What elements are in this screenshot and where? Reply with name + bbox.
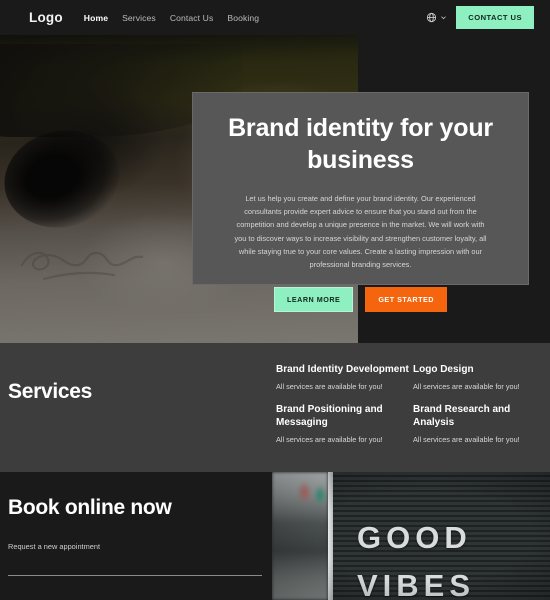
services-columns: Brand Identity Development All services … [276, 363, 550, 456]
service-description: All services are available for you! [276, 382, 383, 392]
hero-photo-watch-detail [0, 119, 130, 239]
language-selector[interactable] [426, 12, 447, 23]
hero-title: Brand identity for your business [228, 114, 493, 174]
booking-heading: Book online now [8, 496, 172, 519]
nav-link-services[interactable]: Services [122, 13, 156, 23]
globe-icon [427, 12, 437, 23]
hero-description: Let us help you create and define your b… [234, 194, 487, 269]
get-started-button[interactable]: GET STARTED [365, 287, 447, 313]
service-item[interactable]: Brand Identity Development All services … [276, 363, 413, 392]
navbar-right: CONTACT US [426, 6, 534, 29]
hero-section: Brand identity for your business Let us … [0, 35, 550, 343]
booking-content: Book online now Request a new appointmen… [0, 472, 272, 600]
booking-subtitle[interactable]: Request a new appointment [8, 542, 264, 551]
contact-us-button[interactable]: CONTACT US [456, 6, 534, 29]
services-column-2: Logo Design All services are available f… [413, 363, 550, 456]
nav-link-home[interactable]: Home [84, 13, 108, 23]
service-item[interactable]: Logo Design All services are available f… [413, 363, 550, 392]
services-layout: Services Brand Identity Development All … [0, 363, 550, 456]
service-item[interactable]: Brand Positioning and Messaging All serv… [276, 403, 413, 445]
learn-more-button[interactable]: LEARN MORE [273, 287, 354, 313]
service-name: Brand Identity Development [276, 364, 409, 375]
booking-section: Book online now Request a new appointmen… [0, 472, 550, 600]
service-name: Brand Positioning and Messaging [276, 403, 383, 428]
hero-photo-handwriting-detail [20, 251, 144, 281]
service-description: All services are available for you! [276, 435, 383, 445]
nav-link-contact-us[interactable]: Contact Us [170, 13, 214, 23]
navbar: Logo Home Services Contact Us Booking CO… [0, 0, 550, 35]
primary-navigation: Home Services Contact Us Booking [84, 13, 259, 23]
booking-divider [8, 575, 262, 576]
booking-photo-vignette [272, 472, 550, 600]
chevron-down-icon [441, 16, 447, 20]
booking-photo: GOOD VIBES [272, 472, 550, 600]
hero-button-group: LEARN MORE GET STARTED [217, 287, 504, 313]
nav-link-booking[interactable]: Booking [227, 13, 259, 23]
service-name: Brand Research and Analysis [413, 403, 511, 428]
service-item[interactable]: Brand Research and Analysis All services… [413, 403, 550, 445]
site-logo[interactable]: Logo [29, 10, 63, 25]
services-section: Services Brand Identity Development All … [0, 343, 550, 472]
service-description: All services are available for you! [413, 382, 520, 392]
service-description: All services are available for you! [413, 435, 520, 445]
landing-page: Logo Home Services Contact Us Booking CO… [0, 0, 550, 600]
service-name: Logo Design [413, 364, 474, 375]
services-column-1: Brand Identity Development All services … [276, 363, 413, 456]
hero-content-card: Brand identity for your business Let us … [192, 92, 529, 313]
services-heading: Services [8, 380, 93, 403]
